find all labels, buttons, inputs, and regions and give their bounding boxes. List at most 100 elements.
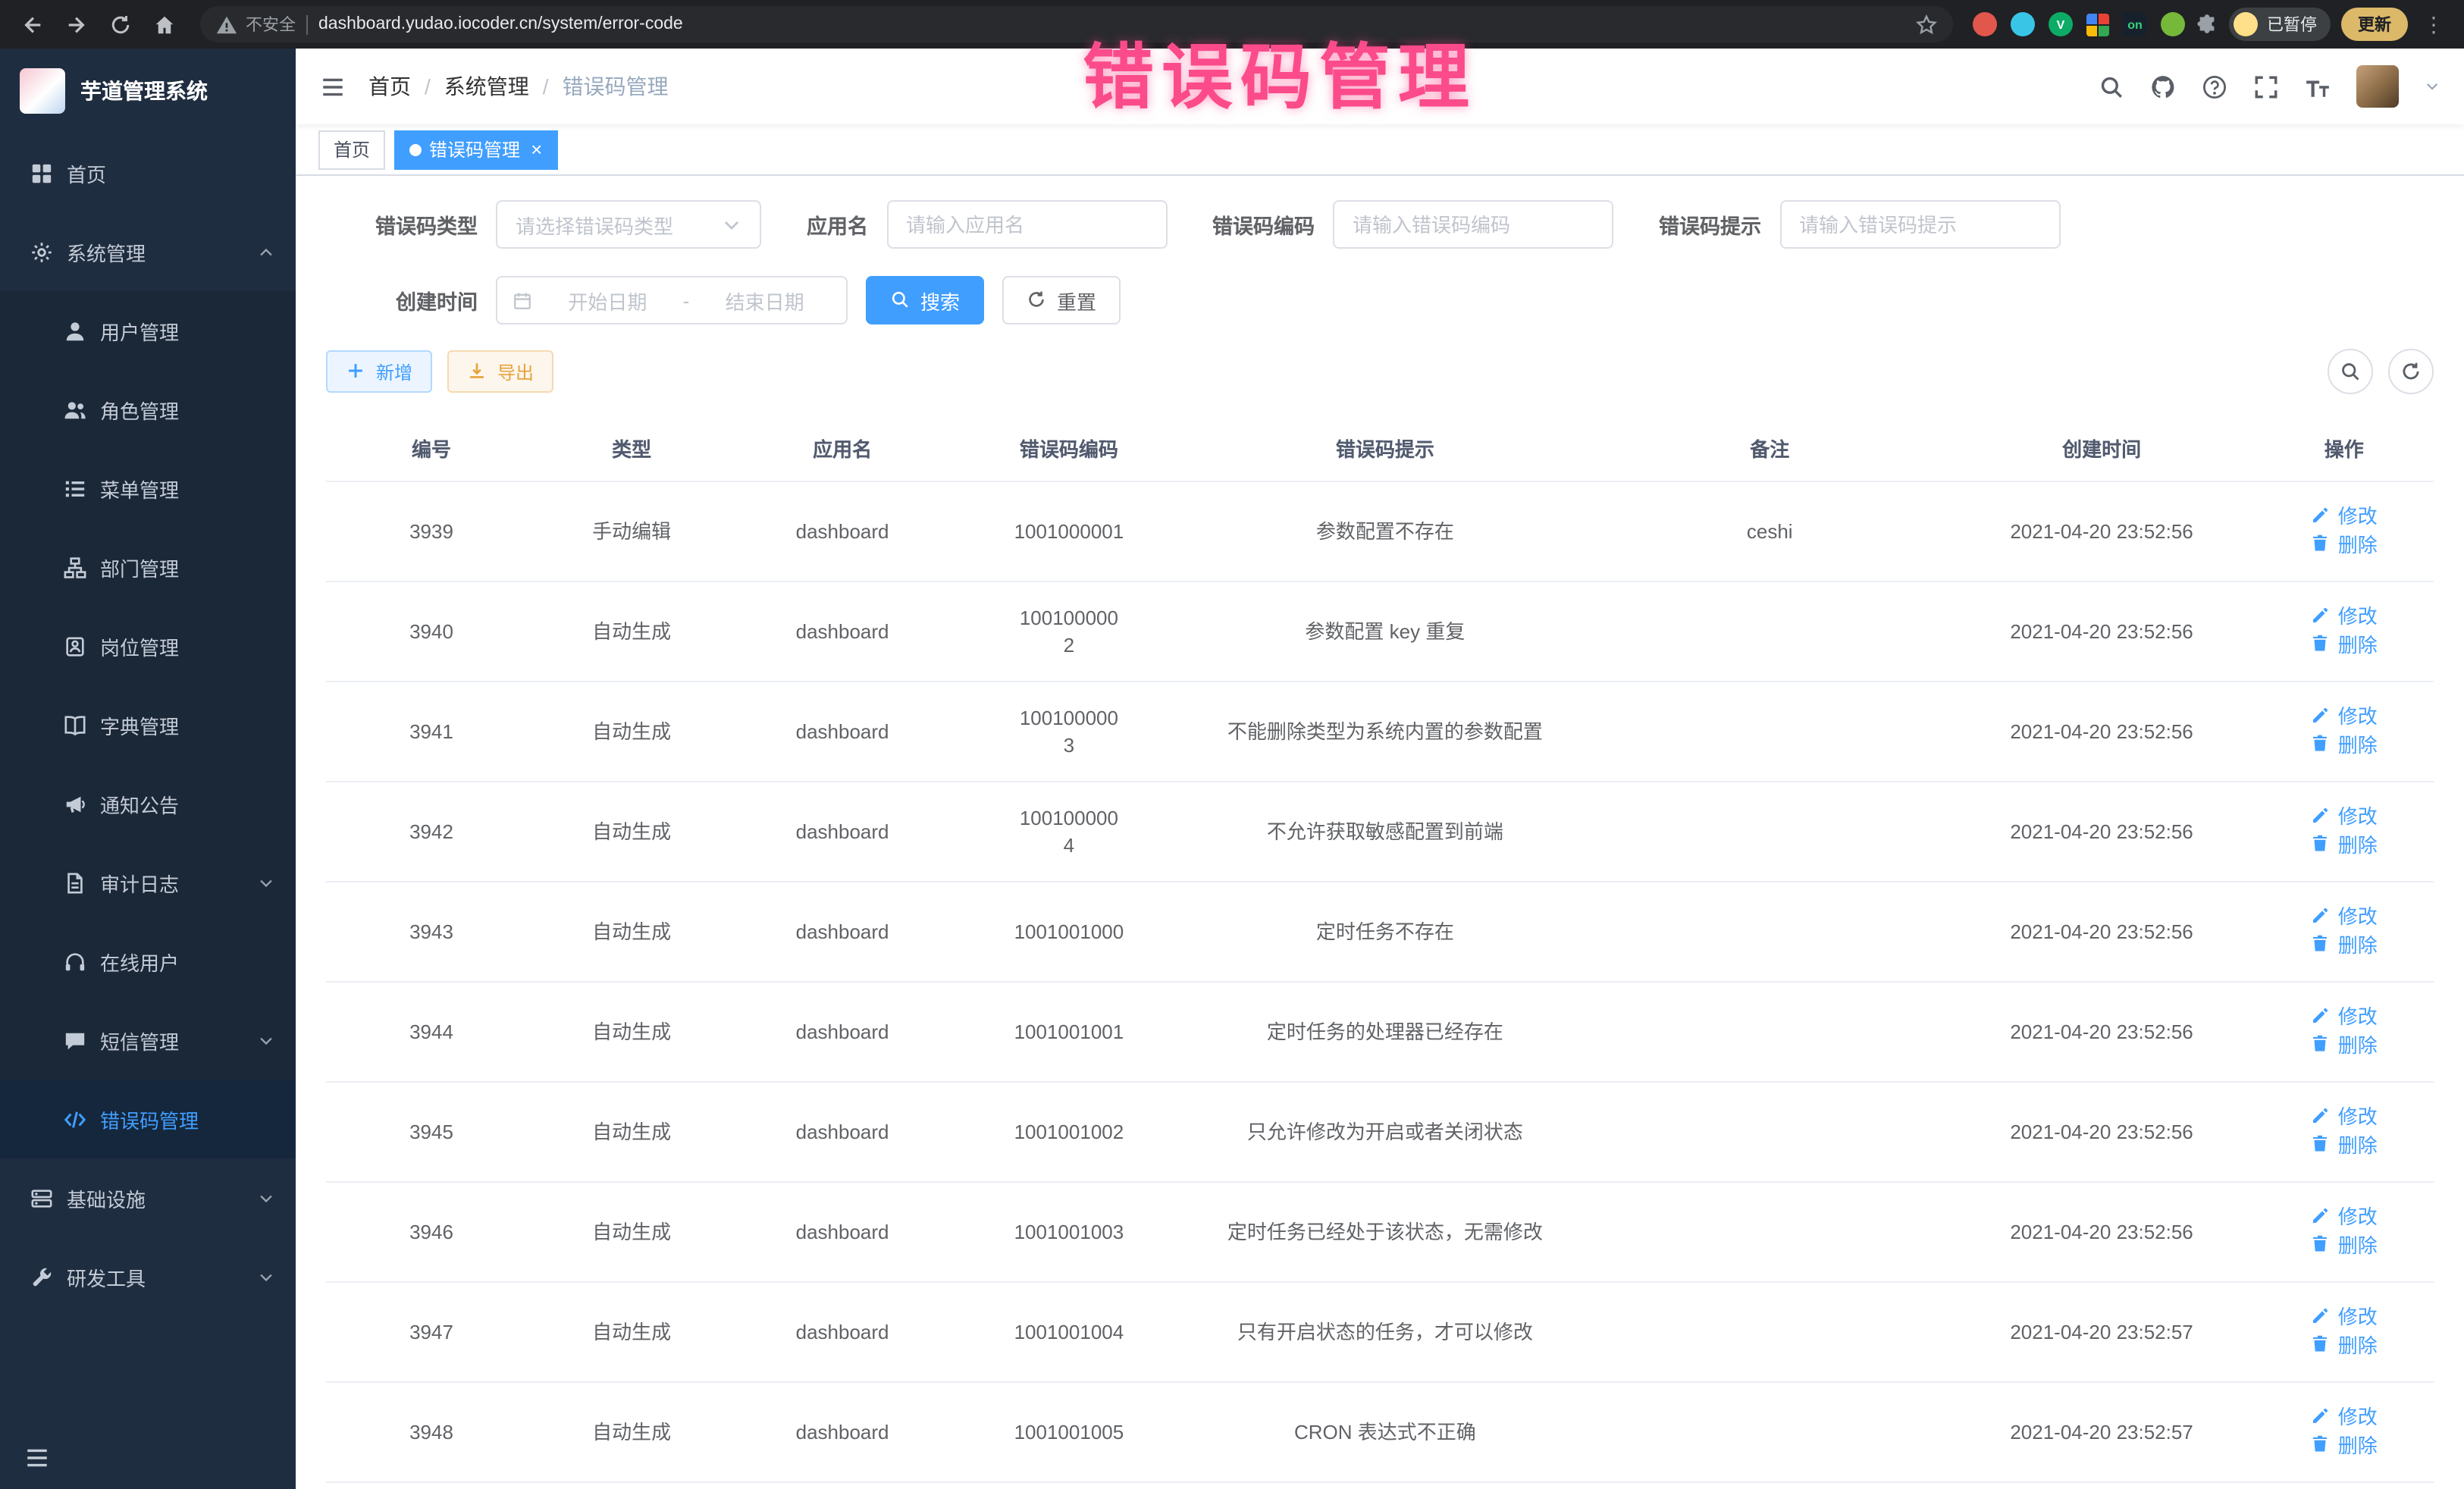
back-button[interactable] xyxy=(15,8,49,41)
user-avatar[interactable] xyxy=(2356,65,2399,108)
toggle-search-button[interactable] xyxy=(2328,349,2373,394)
search-button[interactable]: 搜索 xyxy=(866,276,984,324)
table-row: 3939手动编辑dashboard1001000001参数配置不存在ceshi2… xyxy=(326,481,2434,581)
tab-首页[interactable]: 首页 xyxy=(318,130,385,169)
export-button[interactable]: 导出 xyxy=(447,350,553,393)
table-row: 3947自动生成dashboard1001001004只有开启状态的任务，才可以… xyxy=(326,1282,2434,1382)
sidebar-item-sms[interactable]: 短信管理 xyxy=(0,1001,296,1080)
sidebar-item-user[interactable]: 用户管理 xyxy=(0,291,296,370)
delete-link[interactable]: 删除 xyxy=(2311,732,2378,759)
profile-button[interactable]: 已暂停 xyxy=(2229,8,2331,41)
fullscreen-icon[interactable] xyxy=(2253,74,2279,99)
reset-button[interactable]: 重置 xyxy=(1002,276,1121,324)
browser-menu-icon[interactable]: ⋮ xyxy=(2419,11,2449,37)
delete-link[interactable]: 删除 xyxy=(2311,1332,2378,1359)
edit-link[interactable]: 修改 xyxy=(2311,1104,2378,1131)
delete-link[interactable]: 删除 xyxy=(2311,1032,2378,1059)
security-label: 不安全 xyxy=(246,12,296,36)
edit-link-label: 修改 xyxy=(2338,1104,2378,1131)
sidebar-item-dict[interactable]: 字典管理 xyxy=(0,685,296,764)
edit-link[interactable]: 修改 xyxy=(2311,1004,2378,1031)
sidebar-collapse-button[interactable] xyxy=(24,1445,50,1471)
sidebar-item-infra[interactable]: 基础设施 xyxy=(0,1158,296,1237)
sidebar-item-dept[interactable]: 部门管理 xyxy=(0,528,296,607)
delete-link[interactable]: 删除 xyxy=(2311,1132,2378,1159)
sidebar-item-menu[interactable]: 菜单管理 xyxy=(0,449,296,528)
font-size-icon[interactable] xyxy=(2305,74,2331,99)
delete-link[interactable]: 删除 xyxy=(2311,1232,2378,1259)
extension-icon-teal[interactable] xyxy=(2011,12,2035,36)
cell-code: 100100000 2 xyxy=(958,581,1180,682)
range-separator: - xyxy=(683,289,690,312)
filter-label-app: 应用名 xyxy=(807,209,886,240)
app-logo[interactable]: 芋道管理系统 xyxy=(0,49,296,133)
cell-type: 自动生成 xyxy=(537,581,726,682)
sidebar-item-home[interactable]: 首页 xyxy=(0,133,296,212)
extension-icon-red[interactable] xyxy=(1973,12,1997,36)
edit-icon xyxy=(2311,906,2334,929)
error-code-input[interactable] xyxy=(1333,200,1613,249)
sidebar-item-online-user[interactable]: 在线用户 xyxy=(0,922,296,1001)
edit-link[interactable]: 修改 xyxy=(2311,804,2378,831)
server-icon xyxy=(30,1186,53,1209)
menu-toggle-button[interactable] xyxy=(320,74,346,99)
sidebar-item-notice[interactable]: 通知公告 xyxy=(0,764,296,843)
date-range-picker[interactable]: 开始日期 - 结束日期 xyxy=(496,276,848,324)
sidebar-item-post[interactable]: 岗位管理 xyxy=(0,607,296,685)
cell-hint: 参数配置不存在 xyxy=(1180,481,1591,581)
delete-link[interactable]: 删除 xyxy=(2311,1432,2378,1459)
help-icon[interactable] xyxy=(2202,74,2227,99)
reload-button[interactable] xyxy=(103,8,136,41)
home-button[interactable] xyxy=(147,8,180,41)
code-icon xyxy=(64,1108,86,1130)
extension-icon-dark-on[interactable]: on xyxy=(2123,12,2147,36)
edit-link[interactable]: 修改 xyxy=(2311,603,2378,631)
close-tab-icon[interactable]: × xyxy=(531,139,542,159)
cell-time: 2021-04-20 23:52:56 xyxy=(1949,1082,2255,1182)
cell-type: 自动生成 xyxy=(537,1182,726,1282)
bookmark-star-icon[interactable] xyxy=(1915,13,1938,36)
table-column-header: 错误码编码 xyxy=(958,415,1180,481)
browser-update-button[interactable]: 更新 xyxy=(2341,8,2408,41)
edit-link[interactable]: 修改 xyxy=(2311,1204,2378,1231)
refresh-table-button[interactable] xyxy=(2388,349,2434,394)
forward-button[interactable] xyxy=(59,8,92,41)
add-button[interactable]: 新增 xyxy=(326,350,432,393)
error-hint-input[interactable] xyxy=(1779,200,2060,249)
delete-link[interactable]: 删除 xyxy=(2311,932,2378,959)
avatar-chevron-down-icon[interactable] xyxy=(2425,79,2440,94)
edit-link[interactable]: 修改 xyxy=(2311,1404,2378,1431)
extension-icon-green[interactable] xyxy=(2161,12,2185,36)
edit-link[interactable]: 修改 xyxy=(2311,704,2378,731)
cell-remark xyxy=(1591,882,1949,982)
header-search-icon[interactable] xyxy=(2099,74,2124,99)
address-bar[interactable]: 不安全 dashboard.yudao.iocoder.cn/system/er… xyxy=(200,6,1953,42)
edit-link-label: 修改 xyxy=(2338,1004,2378,1031)
edit-link[interactable]: 修改 xyxy=(2311,1304,2378,1331)
edit-link[interactable]: 修改 xyxy=(2311,904,2378,931)
extension-icon-green-v[interactable]: V xyxy=(2049,12,2073,36)
github-icon[interactable] xyxy=(2150,74,2176,99)
extensions-puzzle-icon[interactable] xyxy=(2196,13,2218,36)
edit-link[interactable]: 修改 xyxy=(2311,503,2378,531)
sidebar-item-audit-log[interactable]: 审计日志 xyxy=(0,843,296,922)
delete-link-label: 删除 xyxy=(2338,531,2378,559)
edit-icon xyxy=(2311,1306,2334,1329)
error-type-select[interactable]: 请选择错误码类型 xyxy=(496,200,761,249)
sidebar-item-error-code[interactable]: 错误码管理 xyxy=(0,1080,296,1158)
breadcrumb-system[interactable]: 系统管理 xyxy=(444,71,529,102)
security-chip[interactable]: 不安全 xyxy=(215,12,296,36)
extension-icon-colors-grid[interactable] xyxy=(2086,13,2109,36)
cell-time: 2021-04-20 23:52:56 xyxy=(1949,782,2255,882)
delete-link[interactable]: 删除 xyxy=(2311,832,2378,859)
sidebar-item-system[interactable]: 系统管理 xyxy=(0,212,296,291)
tab-错误码管理[interactable]: 错误码管理× xyxy=(394,130,557,169)
delete-link[interactable]: 删除 xyxy=(2311,531,2378,559)
breadcrumb-separator: / xyxy=(425,74,431,99)
app-name-input[interactable] xyxy=(886,200,1167,249)
sidebar-item-dev-tools[interactable]: 研发工具 xyxy=(0,1237,296,1316)
breadcrumb-home[interactable]: 首页 xyxy=(368,71,411,102)
delete-link[interactable]: 删除 xyxy=(2311,632,2378,659)
sidebar-item-role[interactable]: 角色管理 xyxy=(0,370,296,449)
breadcrumb-separator: / xyxy=(543,74,549,99)
